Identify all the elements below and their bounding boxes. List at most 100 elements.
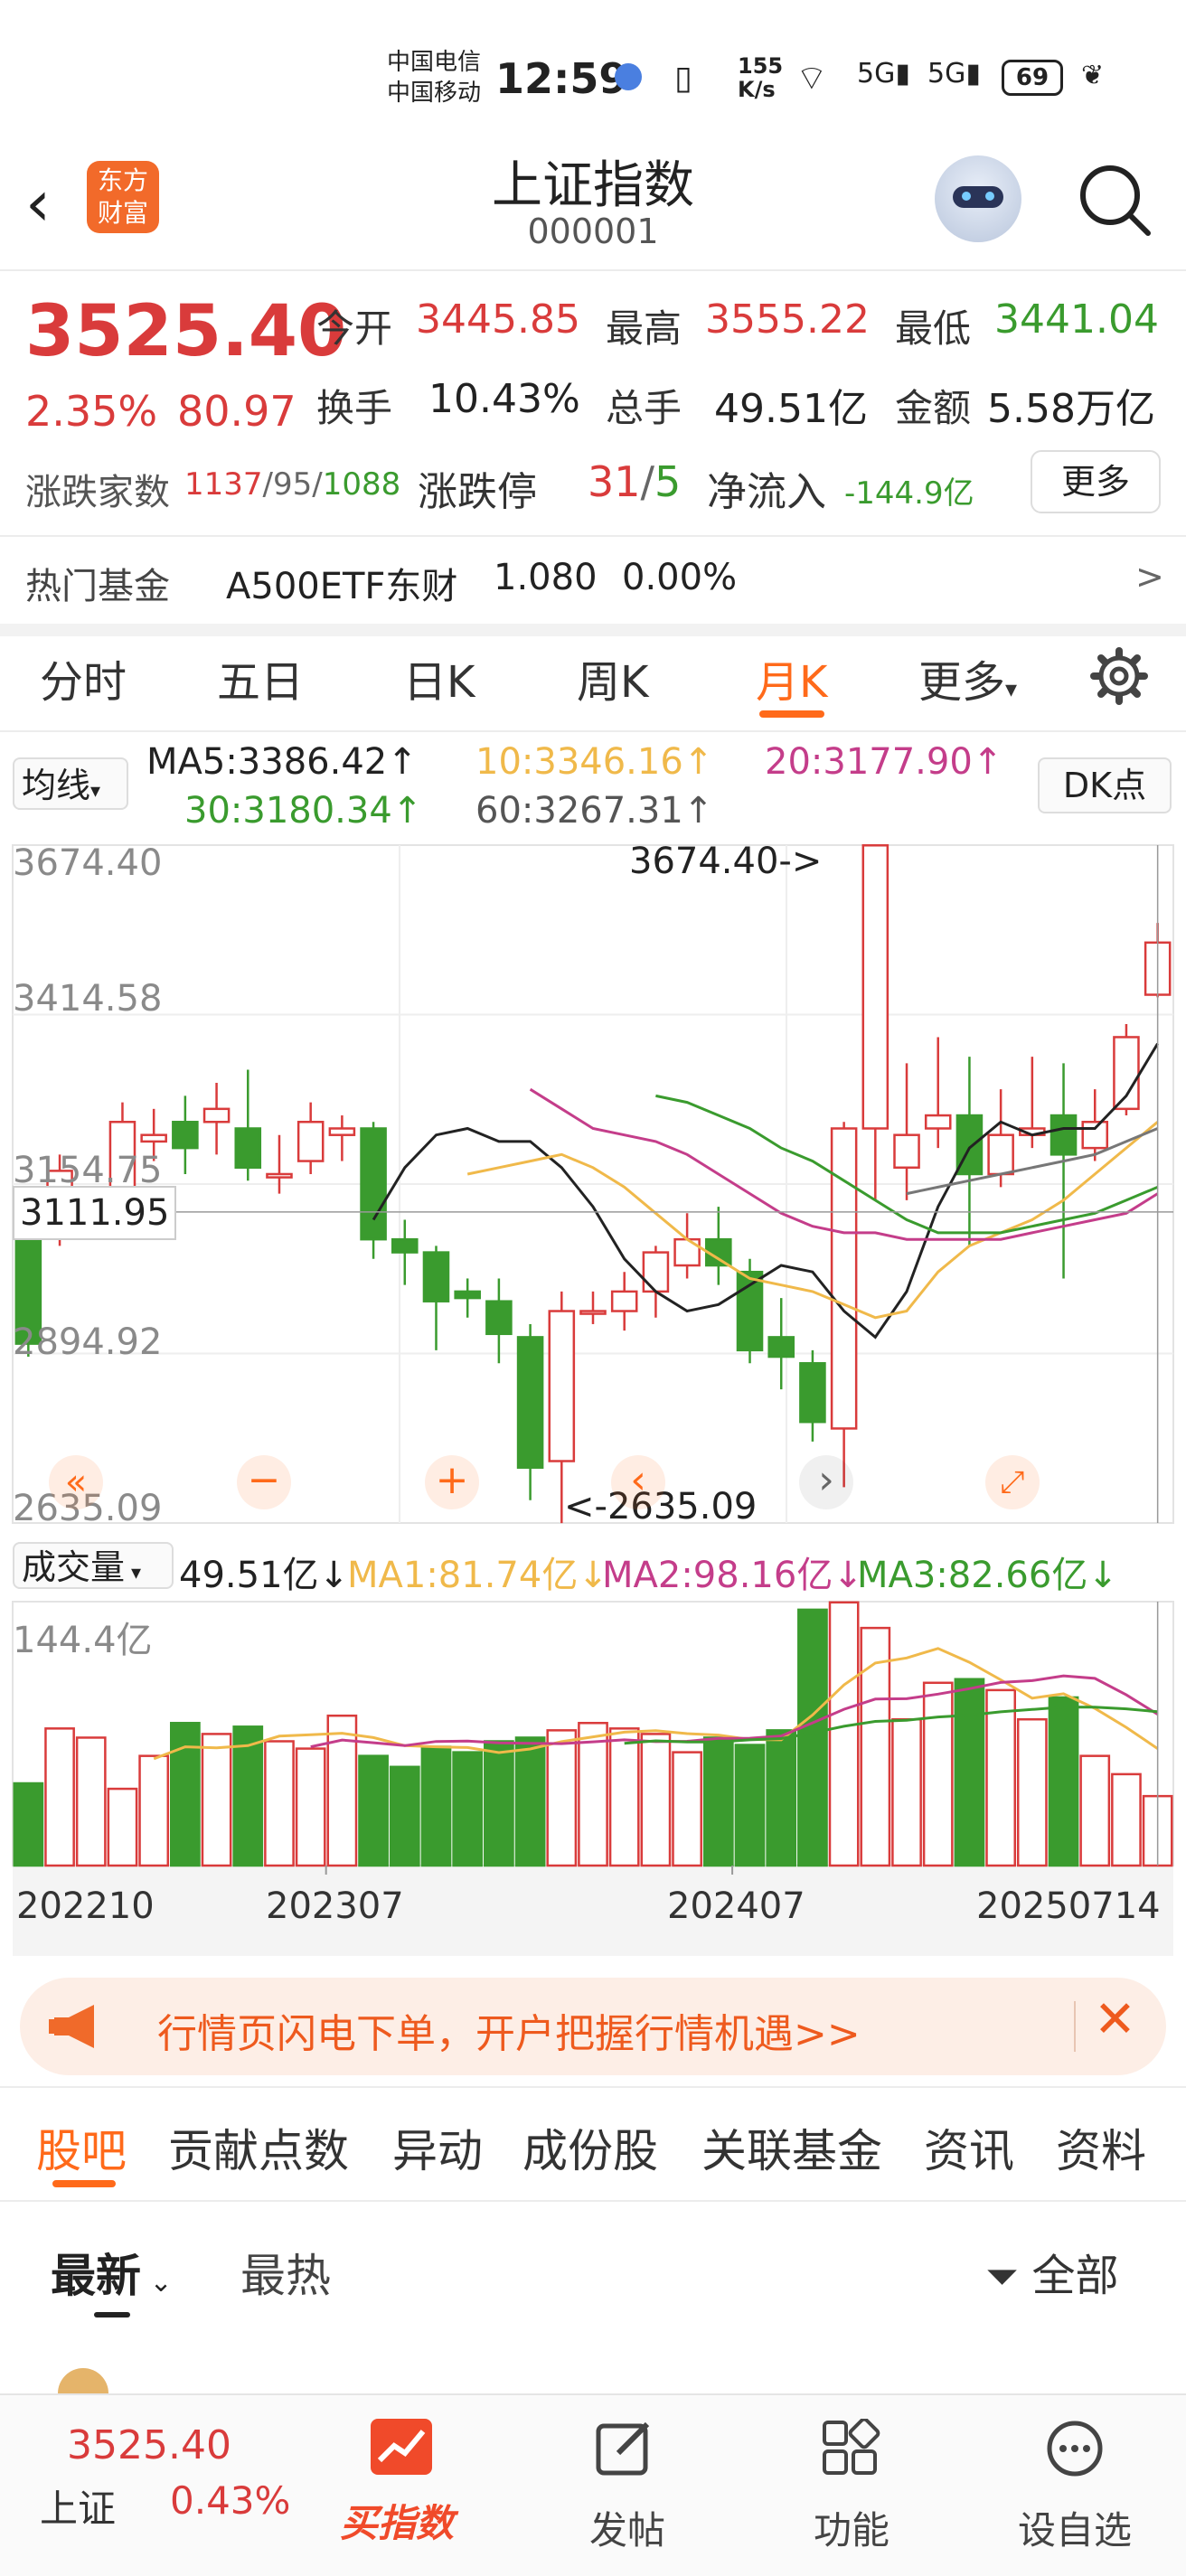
volume-bar xyxy=(608,1727,640,1867)
carrier-labels: 中国电信 中国移动 xyxy=(387,47,481,108)
fund-pct: 0.00% xyxy=(622,557,738,598)
close-icon[interactable]: ✕ xyxy=(1094,1990,1136,2049)
function-button[interactable]: 功能 xyxy=(805,2411,895,2565)
carrier-1: 中国电信 xyxy=(387,49,482,76)
candle-body xyxy=(799,1362,826,1424)
filter-button[interactable]: ⏷ 全部 xyxy=(985,2240,1118,2303)
volume-bar xyxy=(295,1747,326,1867)
candle-body xyxy=(610,1290,638,1312)
fullscreen-icon[interactable]: ⤢ xyxy=(985,1455,1040,1509)
volume-bar xyxy=(264,1740,295,1867)
volume-bar xyxy=(484,1740,514,1867)
bottom-index-name: 上证 xyxy=(40,2487,117,2531)
tab-related-funds[interactable]: 关联基金 xyxy=(701,2115,882,2180)
tab-anomaly[interactable]: 异动 xyxy=(392,2115,483,2180)
zoom-out-icon[interactable]: − xyxy=(237,1455,291,1509)
function-label: 功能 xyxy=(814,2508,890,2552)
sort-latest-label: 最新 xyxy=(51,2250,141,2302)
ma5-label: MA5:3386.42↑ xyxy=(146,741,418,783)
y-label-top: 3674.40 xyxy=(13,842,163,884)
tab-news[interactable]: 资讯 xyxy=(924,2115,1014,2180)
candle-body xyxy=(266,1172,293,1179)
subtab-divider xyxy=(0,2200,1186,2202)
candle-body xyxy=(296,1121,325,1162)
volume-bar xyxy=(514,1736,546,1867)
ma20-label: 20:3177.90↑ xyxy=(765,741,1003,783)
tab-constituents[interactable]: 成份股 xyxy=(522,2115,658,2180)
tab-more[interactable]: 更多▾ xyxy=(918,646,1017,710)
hot-fund-row[interactable]: 热门基金 A500ETF东财 1.080 0.00% > xyxy=(0,537,1186,624)
tab-profile[interactable]: 资料 xyxy=(1056,2115,1146,2180)
settings-gear-icon[interactable] xyxy=(1090,647,1148,705)
candle-body xyxy=(579,1310,607,1315)
vibrate-icon: ▯ xyxy=(674,60,692,97)
volume-bar xyxy=(1016,1717,1048,1867)
volume-bar xyxy=(13,1782,44,1867)
amount-label: 金额 xyxy=(895,386,972,430)
kline-chart[interactable] xyxy=(0,836,1186,1541)
filter-icon: ⏷ xyxy=(985,2252,1032,2300)
volume-bar xyxy=(578,1722,608,1867)
sort-latest[interactable]: 最新 ⌄ xyxy=(51,2240,173,2305)
change-pct: 2.35% xyxy=(25,387,158,436)
ma-line-ma5 xyxy=(372,1042,1159,1340)
search-icon[interactable] xyxy=(1076,161,1152,237)
candle-body xyxy=(454,1290,481,1300)
network-speed: 155 K/s xyxy=(738,54,783,101)
volume-bar xyxy=(702,1736,734,1867)
zoom-in-icon[interactable]: + xyxy=(425,1455,479,1509)
section-gap xyxy=(0,624,1186,636)
volume-bar xyxy=(672,1751,702,1867)
scroll-left-far-icon[interactable]: « xyxy=(49,1455,103,1509)
tab-weekly-k[interactable]: 周K xyxy=(577,646,648,710)
sort-hot[interactable]: 最热 xyxy=(240,2240,331,2305)
volume-bar xyxy=(420,1745,452,1867)
limit-values: 31/5 xyxy=(588,457,681,506)
volume-bar xyxy=(138,1754,170,1867)
tab-daily-k[interactable]: 日K xyxy=(403,646,475,710)
volume-y-label: 144.4亿 xyxy=(13,1620,153,1661)
promo-banner[interactable]: 行情页闪电下单，开户把握行情机遇>> ✕ xyxy=(20,1978,1166,2075)
scroll-left-icon[interactable]: ‹ xyxy=(611,1455,665,1509)
header: ‹ 东方 财富 上证指数 000001 xyxy=(0,145,1186,271)
tab-minute[interactable]: 分时 xyxy=(40,646,127,710)
tab-guba[interactable]: 股吧 xyxy=(36,2115,127,2180)
more-button[interactable]: 更多 xyxy=(1031,450,1161,513)
volume-bar xyxy=(169,1722,201,1867)
dk-point-button[interactable]: DK点 xyxy=(1038,757,1172,813)
active-tab-indicator xyxy=(759,710,824,718)
ma-selector-label: 均线 xyxy=(22,766,91,805)
candle-body xyxy=(987,1133,1014,1176)
tab-monthly-k[interactable]: 月K xyxy=(756,646,827,710)
tabs-divider xyxy=(0,730,1186,732)
high-value: 3555.22 xyxy=(705,296,870,343)
limit-down: 5 xyxy=(654,457,682,506)
candle-body xyxy=(140,1133,167,1143)
tab-five-day[interactable]: 五日 xyxy=(217,646,304,710)
signal-icon-2: 5G▮ xyxy=(927,58,981,89)
volume-selector[interactable]: 成交量 ▾ xyxy=(13,1542,174,1589)
x-label-4: 20250714 xyxy=(976,1885,1161,1927)
header-divider xyxy=(0,269,1186,271)
scroll-right-icon[interactable]: › xyxy=(799,1455,853,1509)
volume-bar xyxy=(954,1678,985,1867)
crosshair-price-label: 3111.95 xyxy=(13,1186,177,1240)
add-watchlist-button[interactable]: 设自选 xyxy=(1012,2411,1139,2565)
tab-contribution[interactable]: 贡献点数 xyxy=(168,2115,349,2180)
leaf-icon: ❦ xyxy=(1081,60,1105,91)
ma-selector[interactable]: 均线▾ xyxy=(13,757,128,810)
speed-unit: K/s xyxy=(738,77,776,102)
volume-bar xyxy=(891,1717,922,1867)
clock: 12:59 xyxy=(495,54,628,103)
candle-body xyxy=(924,1114,952,1130)
volume-bar xyxy=(1111,1772,1142,1867)
robot-assistant-icon[interactable] xyxy=(935,155,1021,242)
browser-icon xyxy=(615,63,642,90)
volume-selector-label: 成交量 xyxy=(22,1547,126,1587)
subtab-indicator xyxy=(52,2180,116,2187)
candle-body xyxy=(485,1300,513,1336)
buy-index-button[interactable]: 买指数 xyxy=(331,2411,475,2565)
volume-value: 49.51亿 xyxy=(714,386,868,432)
post-button[interactable]: 发帖 xyxy=(579,2411,669,2565)
ma30-label: 30:3180.34↑ xyxy=(184,790,423,832)
